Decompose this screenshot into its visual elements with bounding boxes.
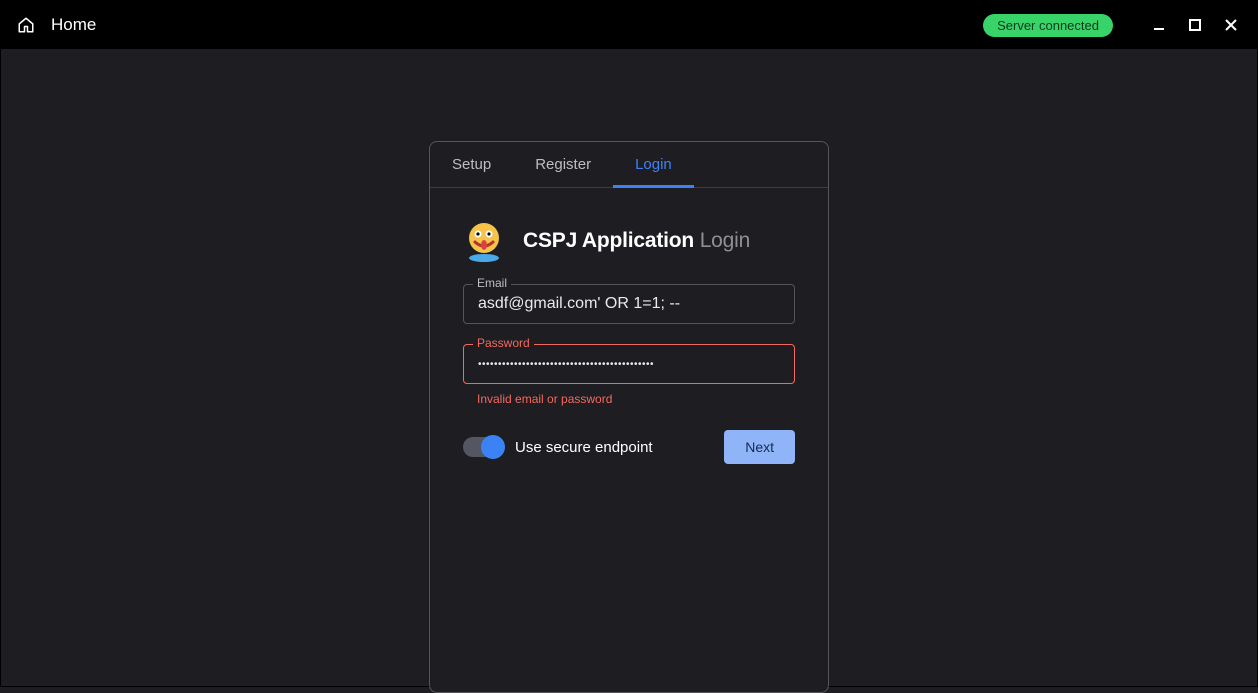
maximize-icon[interactable] xyxy=(1185,15,1205,35)
app-name-text: CSPJ Application xyxy=(523,229,694,252)
password-label: Password xyxy=(473,336,534,350)
server-status-pill: Server connected xyxy=(983,14,1113,37)
home-icon[interactable] xyxy=(17,16,35,34)
titlebar: Home Server connected xyxy=(1,1,1257,49)
close-icon[interactable] xyxy=(1221,15,1241,35)
app-logo-icon xyxy=(463,220,505,262)
email-label: Email xyxy=(473,276,511,290)
email-field-wrapper: Email xyxy=(463,284,795,324)
toggle-knob xyxy=(481,435,505,459)
tab-register[interactable]: Register xyxy=(513,142,613,188)
minimize-icon[interactable] xyxy=(1149,15,1169,35)
login-error-text: Invalid email or password xyxy=(463,392,795,406)
login-panel: CSPJ Application Login Email Password In… xyxy=(430,188,828,484)
password-input[interactable] xyxy=(463,344,795,384)
window-controls xyxy=(1149,15,1241,35)
login-header: CSPJ Application Login xyxy=(463,220,795,262)
titlebar-left: Home xyxy=(17,15,96,35)
email-input[interactable] xyxy=(463,284,795,324)
heading-suffix: Login xyxy=(700,229,750,252)
window-title: Home xyxy=(51,15,96,35)
tab-setup[interactable]: Setup xyxy=(430,142,513,188)
password-field-wrapper: Password xyxy=(463,344,795,384)
tab-login[interactable]: Login xyxy=(613,142,694,188)
next-button[interactable]: Next xyxy=(724,430,795,464)
content-area: Setup Register Login xyxy=(1,49,1257,686)
login-actions-row: Use secure endpoint Next xyxy=(463,430,795,464)
secure-endpoint-toggle[interactable] xyxy=(463,437,503,457)
auth-card: Setup Register Login xyxy=(429,141,829,693)
login-heading: CSPJ Application Login xyxy=(523,229,750,253)
secure-endpoint-label: Use secure endpoint xyxy=(515,439,712,456)
auth-tabs: Setup Register Login xyxy=(430,142,828,188)
